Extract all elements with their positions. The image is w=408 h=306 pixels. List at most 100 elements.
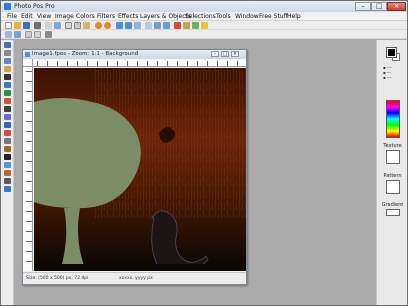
ruler-tick	[187, 61, 188, 66]
document-title-bar[interactable]: Image1.fpos - Zoom: 1:1 - Background – □…	[23, 50, 246, 59]
ruler-tick	[147, 61, 148, 66]
camera-icon[interactable]	[54, 22, 61, 29]
window-title: Photo Pos Pro	[14, 3, 55, 10]
menu-layers[interactable]: Layers & Objects	[140, 13, 191, 20]
hand-tool-icon[interactable]	[4, 178, 11, 184]
cut-icon[interactable]	[65, 22, 72, 29]
color-spectrum[interactable]	[386, 100, 400, 138]
ruler-tick	[117, 61, 118, 66]
blur-tool-icon[interactable]	[4, 138, 11, 144]
menu-window[interactable]: Window	[235, 13, 259, 20]
menu-effects[interactable]: Effects	[118, 13, 138, 20]
clone-tool-icon[interactable]	[4, 122, 11, 128]
ruler-vertical	[23, 67, 33, 271]
histogram-icon[interactable]	[14, 31, 21, 38]
zoom-in-icon[interactable]	[116, 22, 123, 29]
ruler-tick	[26, 171, 32, 172]
gradient-tool-icon[interactable]	[4, 114, 11, 120]
menu-edit[interactable]: Edit	[21, 13, 33, 20]
light-icon[interactable]	[201, 22, 208, 29]
rotate-icon[interactable]	[154, 22, 161, 29]
doc-close-button[interactable]: ×	[231, 51, 239, 57]
ruler-tick	[227, 61, 228, 66]
ruler-tick	[26, 91, 32, 92]
move-tool-icon[interactable]	[4, 50, 11, 56]
pencil-tool-icon[interactable]	[4, 90, 11, 96]
doc-minimize-button[interactable]: –	[211, 51, 219, 57]
layers-icon[interactable]	[5, 31, 12, 38]
red-eye-tool-icon[interactable]	[4, 130, 11, 136]
texture-swatch[interactable]	[386, 150, 400, 164]
doc-maximize-button[interactable]: □	[221, 51, 229, 57]
redo-icon[interactable]	[104, 22, 111, 29]
ruler-tick	[167, 61, 168, 66]
save-icon[interactable]	[23, 22, 30, 29]
ruler-icon[interactable]	[34, 31, 41, 38]
new-file-icon[interactable]	[5, 22, 12, 29]
gradient-swatch[interactable]	[386, 209, 400, 216]
menu-colors[interactable]: Colors	[76, 13, 95, 20]
brush-tool-icon[interactable]	[4, 82, 11, 88]
crop-tool-icon[interactable]	[4, 74, 11, 80]
ruler-tick	[67, 61, 68, 66]
ruler-tick	[26, 121, 32, 122]
ruler-tick	[26, 241, 32, 242]
toolbar-secondary	[1, 30, 407, 39]
document-window[interactable]: Image1.fpos - Zoom: 1:1 - Background – □…	[22, 49, 247, 285]
menu-help[interactable]: Help	[287, 13, 301, 20]
open-folder-icon[interactable]	[14, 22, 21, 29]
ruler-tick	[26, 141, 32, 142]
paste-icon[interactable]	[83, 22, 90, 29]
zoom-out-icon[interactable]	[125, 22, 132, 29]
red-eye-icon[interactable]	[174, 22, 181, 29]
menu-view[interactable]: View	[37, 13, 51, 20]
magic-wand-icon[interactable]	[4, 66, 11, 72]
ruler-horizontal	[33, 59, 246, 67]
print-icon[interactable]	[34, 22, 41, 29]
color-picker-icon[interactable]	[45, 31, 52, 38]
scan-icon[interactable]	[45, 22, 52, 29]
undo-icon[interactable]	[95, 22, 102, 29]
lasso-tool-icon[interactable]	[4, 58, 11, 64]
shape-tool-icon[interactable]	[4, 162, 11, 168]
ruler-corner	[23, 59, 33, 67]
foreground-color-swatch[interactable]	[386, 47, 397, 58]
fit-icon[interactable]	[134, 22, 141, 29]
smudge-tool-icon[interactable]	[4, 146, 11, 152]
effect-icon[interactable]	[192, 22, 199, 29]
resize-icon[interactable]	[145, 22, 152, 29]
pattern-swatch[interactable]	[386, 180, 400, 194]
zoom-tool-icon[interactable]	[4, 186, 11, 192]
ruler-tick	[47, 61, 48, 66]
maximize-button[interactable]: □	[371, 2, 387, 11]
menu-file[interactable]: File	[7, 13, 17, 20]
flip-icon[interactable]	[163, 22, 170, 29]
title-bar[interactable]: Photo Pos Pro – □ ×	[1, 1, 407, 12]
eraser-tool-icon[interactable]	[4, 98, 11, 104]
toolbox	[1, 40, 14, 305]
ruler-tick	[26, 261, 32, 262]
select-tool-icon[interactable]	[4, 42, 11, 48]
close-button[interactable]: ×	[387, 2, 406, 11]
ruler-tick	[207, 61, 208, 66]
ruler-tick	[197, 61, 198, 66]
menu-image[interactable]: Image	[55, 13, 74, 20]
frame-icon[interactable]	[183, 22, 190, 29]
copy-icon[interactable]	[74, 22, 81, 29]
menu-tools[interactable]: Tools	[216, 13, 231, 20]
fill-tool-icon[interactable]	[4, 106, 11, 112]
text-tool-icon[interactable]	[4, 154, 11, 160]
ruler-tick	[137, 61, 138, 66]
ruler-tick	[157, 61, 158, 66]
image-canvas[interactable]	[34, 68, 246, 271]
ruler-tick	[26, 201, 32, 202]
document-status-bar: Size: (500 x 500) px, 72 dpi xxxxx, yyyy…	[23, 272, 246, 284]
eyedropper-tool-icon[interactable]	[4, 170, 11, 176]
menu-free-stuff[interactable]: Free Stuff	[259, 13, 288, 20]
menu-filters[interactable]: Filters	[97, 13, 115, 20]
grid-icon[interactable]	[25, 31, 32, 38]
menu-selections[interactable]: Selections	[185, 13, 216, 20]
toolbar-main	[1, 21, 407, 30]
minimize-button[interactable]: –	[355, 2, 371, 11]
color-indicator-3: ▪ ---	[383, 75, 392, 80]
